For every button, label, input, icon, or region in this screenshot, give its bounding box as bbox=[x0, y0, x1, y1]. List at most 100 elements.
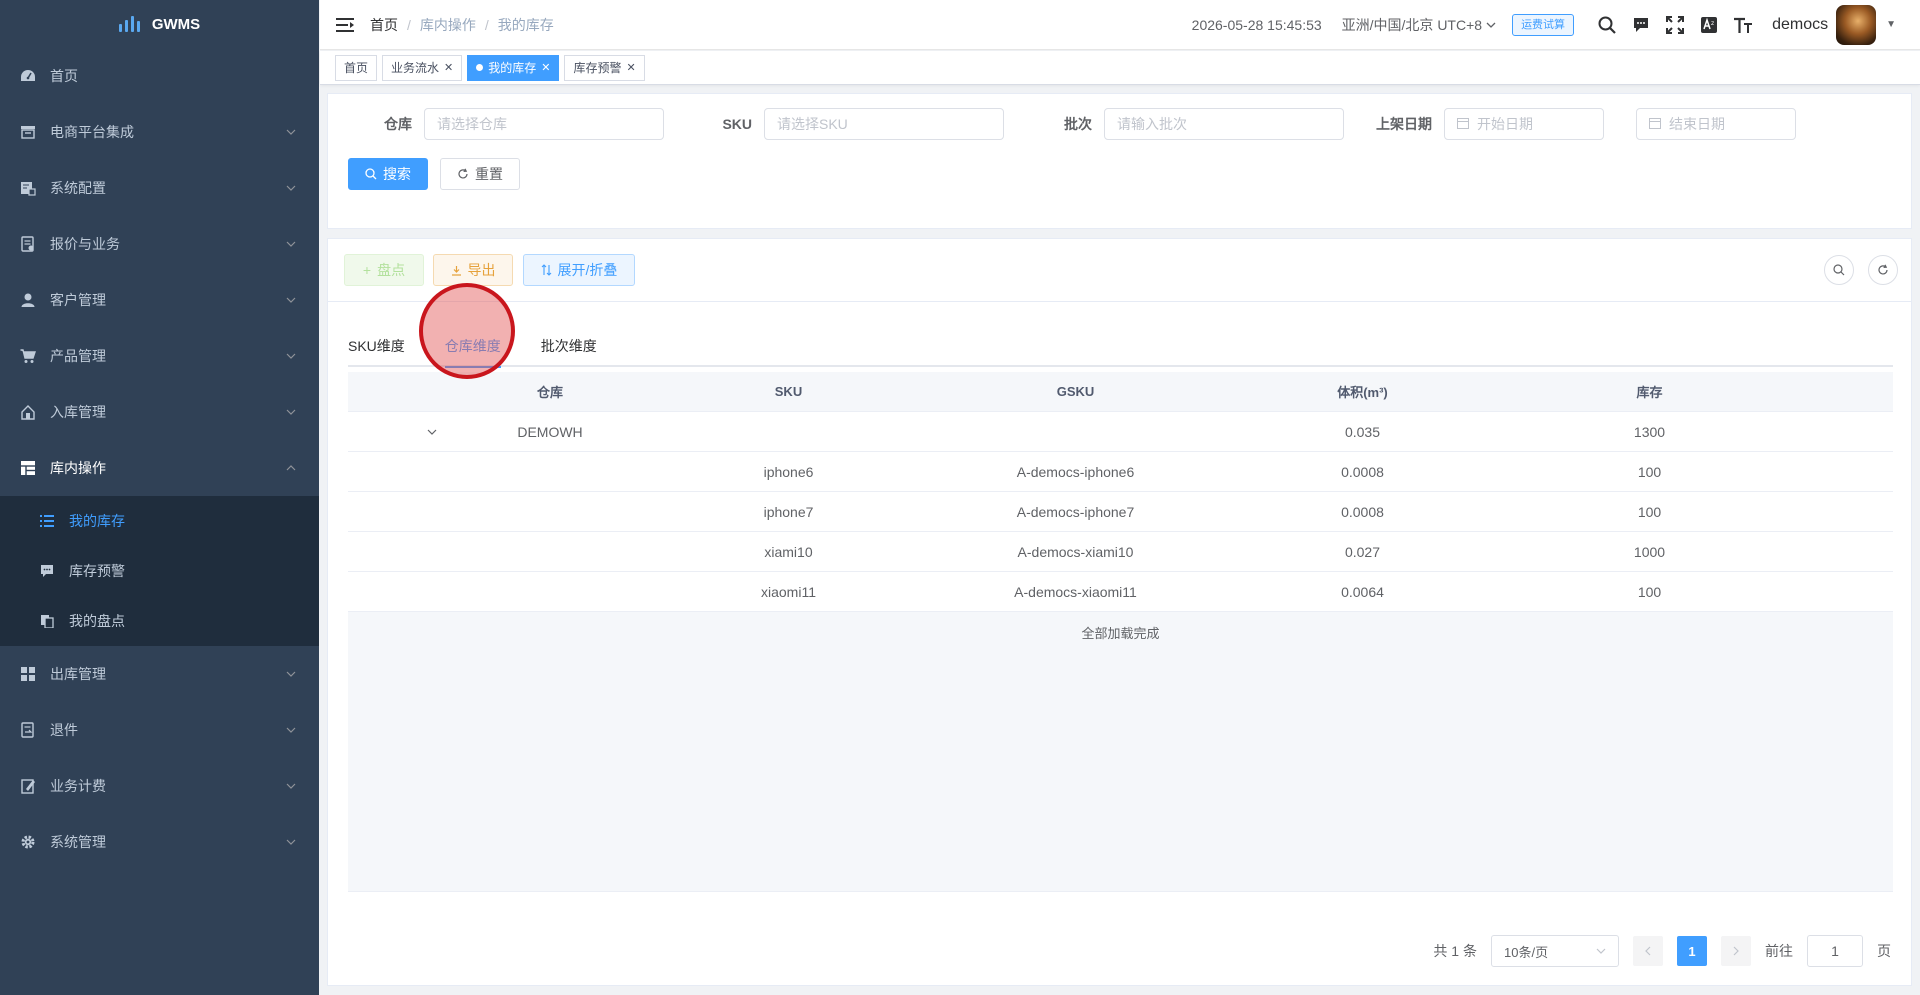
filter-panel: 仓库 请选择仓库 SKU 请选择SKU 批次 请输入批次 上架日期 开始日期 结… bbox=[327, 93, 1912, 229]
submenu-item-label: 库存预警 bbox=[69, 563, 125, 579]
active-dot-icon bbox=[476, 64, 484, 71]
sku-select[interactable]: 请选择SKU bbox=[764, 108, 1004, 140]
table-row[interactable]: iphone7 A-democs-iphone7 0.0008 100 bbox=[348, 492, 1893, 532]
sidebar: GWMS 首页 电商平台集成系统配置报价与业务客户管理产品管理入库管理库内操作 我… bbox=[0, 0, 319, 995]
avatar[interactable] bbox=[1836, 4, 1877, 45]
sidebar-item-label: 业务计费 bbox=[50, 778, 106, 794]
svg-text:z: z bbox=[1711, 20, 1714, 27]
close-icon[interactable]: ✕ bbox=[541, 61, 550, 74]
download-icon bbox=[451, 265, 461, 276]
translate-icon[interactable]: z bbox=[1692, 8, 1726, 42]
start-date-input[interactable]: 开始日期 bbox=[1444, 108, 1604, 140]
expand-collapse-button[interactable]: 展开/折叠 bbox=[523, 254, 635, 286]
table-cell-stock: 100 bbox=[1637, 463, 1662, 480]
table-cell-sku: xiami10 bbox=[764, 543, 813, 560]
goto-page-input[interactable]: 1 bbox=[1807, 935, 1863, 967]
breadcrumb: 首页 / 库内操作 / 我的库存 bbox=[370, 15, 554, 35]
cart-icon bbox=[20, 348, 36, 364]
sidebar-item-billing[interactable]: 业务计费 bbox=[0, 758, 319, 814]
page-number-current[interactable]: 1 bbox=[1677, 936, 1707, 966]
stocktake-button[interactable]: + 盘点 bbox=[344, 254, 424, 286]
freight-calculator-button[interactable]: 运费试算 bbox=[1512, 13, 1575, 36]
close-icon[interactable]: ✕ bbox=[627, 61, 636, 74]
table-group-row[interactable]: DEMOWH 0.035 1300 bbox=[348, 412, 1893, 452]
tab-label: 仓库维度 bbox=[444, 338, 501, 354]
tag-label: 业务流水 bbox=[391, 61, 440, 75]
sidebar-item-config[interactable]: 系统配置 bbox=[0, 160, 319, 216]
end-date-input[interactable]: 结束日期 bbox=[1636, 108, 1796, 140]
tag-2[interactable]: 我的库存 ✕ bbox=[467, 54, 560, 81]
chevron-down-icon bbox=[286, 671, 296, 677]
hamburger-icon[interactable] bbox=[320, 0, 370, 50]
top-navbar: 首页 / 库内操作 / 我的库存 2026-05-28 15:45:53 亚洲/… bbox=[320, 0, 1920, 50]
table-row[interactable]: xiami10 A-democs-xiami10 0.027 1000 bbox=[348, 532, 1893, 572]
username[interactable]: democs bbox=[1772, 16, 1828, 34]
breadcrumb-home[interactable]: 首页 bbox=[370, 15, 398, 35]
message-icon[interactable] bbox=[1624, 8, 1658, 42]
table-row[interactable]: xiaomi11 A-democs-xiaomi11 0.0064 100 bbox=[348, 572, 1893, 612]
app-logo[interactable]: GWMS bbox=[0, 0, 319, 48]
config-icon bbox=[20, 180, 36, 196]
pagination: 共 1 条 10条/页 1 前往 1 页 bbox=[1433, 935, 1891, 967]
sidebar-item-cart[interactable]: 产品管理 bbox=[0, 328, 319, 384]
sidebar-item-store[interactable]: 电商平台集成 bbox=[0, 104, 319, 160]
prev-page-button[interactable] bbox=[1633, 936, 1663, 966]
chevron-down-icon bbox=[427, 429, 436, 435]
refresh-button[interactable] bbox=[1868, 255, 1898, 285]
batch-input[interactable]: 请输入批次 bbox=[1104, 108, 1344, 140]
tag-0[interactable]: 首页 bbox=[335, 54, 378, 81]
toolbar-divider bbox=[328, 301, 1911, 302]
expand-collapse-label: 展开/折叠 bbox=[557, 262, 618, 278]
table-row[interactable]: iphone6 A-democs-iphone6 0.0008 100 bbox=[348, 452, 1893, 492]
table-empty-area bbox=[348, 652, 1893, 892]
chevron-down-icon bbox=[286, 129, 296, 135]
sidebar-item-inbound[interactable]: 入库管理 bbox=[0, 384, 319, 440]
reset-button[interactable]: 重置 bbox=[440, 158, 520, 190]
tag-3[interactable]: 库存预警 ✕ bbox=[564, 54, 645, 81]
warehouse-select[interactable]: 请选择仓库 bbox=[424, 108, 664, 140]
tab-2[interactable]: 批次维度 bbox=[541, 326, 597, 366]
submenu-item-copy[interactable]: 我的盘点 bbox=[0, 596, 319, 646]
tag-label: 库存预警 bbox=[573, 61, 622, 75]
tab-1[interactable]: 仓库维度 bbox=[444, 326, 501, 368]
sidebar-item-label: 产品管理 bbox=[50, 348, 106, 364]
sidebar-item-settings[interactable]: 系统管理 bbox=[0, 814, 319, 870]
tag-1[interactable]: 业务流水 ✕ bbox=[382, 54, 463, 81]
tab-label: SKU维度 bbox=[348, 338, 405, 354]
next-page-button[interactable] bbox=[1721, 936, 1751, 966]
chevron-down-icon bbox=[286, 185, 296, 191]
sidebar-item-label: 系统管理 bbox=[50, 834, 106, 850]
submenu-item-list[interactable]: 我的库存 bbox=[0, 496, 319, 546]
page-size-select[interactable]: 10条/页 bbox=[1491, 935, 1619, 967]
search-button[interactable]: 搜索 bbox=[348, 158, 428, 190]
refresh-icon bbox=[458, 168, 468, 179]
font-size-icon[interactable] bbox=[1726, 8, 1760, 42]
sidebar-item-apps[interactable]: 出库管理 bbox=[0, 646, 319, 702]
tag-label: 我的库存 bbox=[488, 61, 537, 75]
sidebar-item-grid[interactable]: 库内操作 bbox=[0, 440, 319, 496]
sidebar-item-quote[interactable]: 报价与业务 bbox=[0, 216, 319, 272]
sidebar-item-label: 库内操作 bbox=[50, 460, 106, 476]
expand-toggle[interactable] bbox=[348, 424, 455, 440]
sidebar-item-user[interactable]: 客户管理 bbox=[0, 272, 319, 328]
chevron-down-icon bbox=[286, 409, 296, 415]
submenu-item-label: 我的盘点 bbox=[69, 613, 125, 629]
caret-down-icon[interactable]: ▼ bbox=[1886, 19, 1896, 30]
close-icon[interactable]: ✕ bbox=[444, 61, 453, 74]
copy-icon bbox=[40, 614, 54, 628]
sidebar-item-label: 系统配置 bbox=[50, 180, 106, 196]
breadcrumb-my-inventory: 我的库存 bbox=[497, 16, 554, 33]
timezone-select[interactable]: 亚洲/中国/北京 UTC+8 bbox=[1342, 15, 1496, 35]
submenu-item-message[interactable]: 库存预警 bbox=[0, 546, 319, 596]
fullscreen-icon[interactable] bbox=[1658, 8, 1692, 42]
sort-icon bbox=[541, 264, 551, 276]
tab-0[interactable]: SKU维度 bbox=[348, 326, 405, 366]
export-button[interactable]: 导出 bbox=[433, 254, 513, 286]
sidebar-item-return[interactable]: 退件 bbox=[0, 702, 319, 758]
toggle-search-button[interactable] bbox=[1824, 255, 1854, 285]
sidebar-item-label: 报价与业务 bbox=[50, 236, 120, 252]
table-cell-gsku: A-democs-xiaomi11 bbox=[1014, 583, 1137, 600]
shelf-date-label: 上架日期 bbox=[1376, 116, 1432, 132]
search-icon[interactable] bbox=[1590, 8, 1624, 42]
sidebar-item-dashboard[interactable]: 首页 bbox=[0, 48, 319, 104]
